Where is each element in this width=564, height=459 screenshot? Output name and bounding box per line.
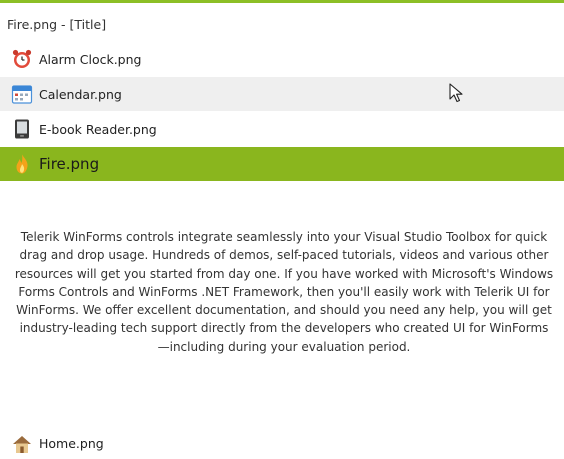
page-title: Fire.png - [Title] bbox=[7, 17, 107, 32]
home-icon bbox=[11, 433, 33, 455]
list-item-alarm-clock[interactable]: Alarm Clock.png bbox=[0, 42, 564, 76]
list-item-label: Fire.png bbox=[39, 155, 100, 173]
list-item-fire-selected[interactable]: Fire.png bbox=[0, 147, 564, 181]
alarm-clock-icon bbox=[11, 48, 33, 70]
list-item-calendar[interactable]: Calendar.png bbox=[0, 77, 564, 111]
ebook-reader-icon bbox=[11, 118, 33, 140]
list-item-label: Alarm Clock.png bbox=[39, 51, 142, 67]
list-item-label: Calendar.png bbox=[39, 86, 122, 102]
list-item-label: E-book Reader.png bbox=[39, 121, 157, 137]
mouse-cursor-icon bbox=[449, 83, 465, 103]
fire-icon bbox=[11, 153, 33, 175]
list-item-label: Home.png bbox=[39, 436, 104, 451]
list-item-home[interactable]: Home.png bbox=[0, 428, 564, 459]
accent-border bbox=[0, 0, 564, 3]
selected-item-description: Telerik WinForms controls integrate seam… bbox=[14, 230, 554, 354]
list-item-ebook-reader[interactable]: E-book Reader.png bbox=[0, 112, 564, 146]
panorama-list-view: Fire.png - [Title] Alarm Clock.png Calen… bbox=[0, 0, 564, 459]
calendar-icon bbox=[11, 83, 33, 105]
